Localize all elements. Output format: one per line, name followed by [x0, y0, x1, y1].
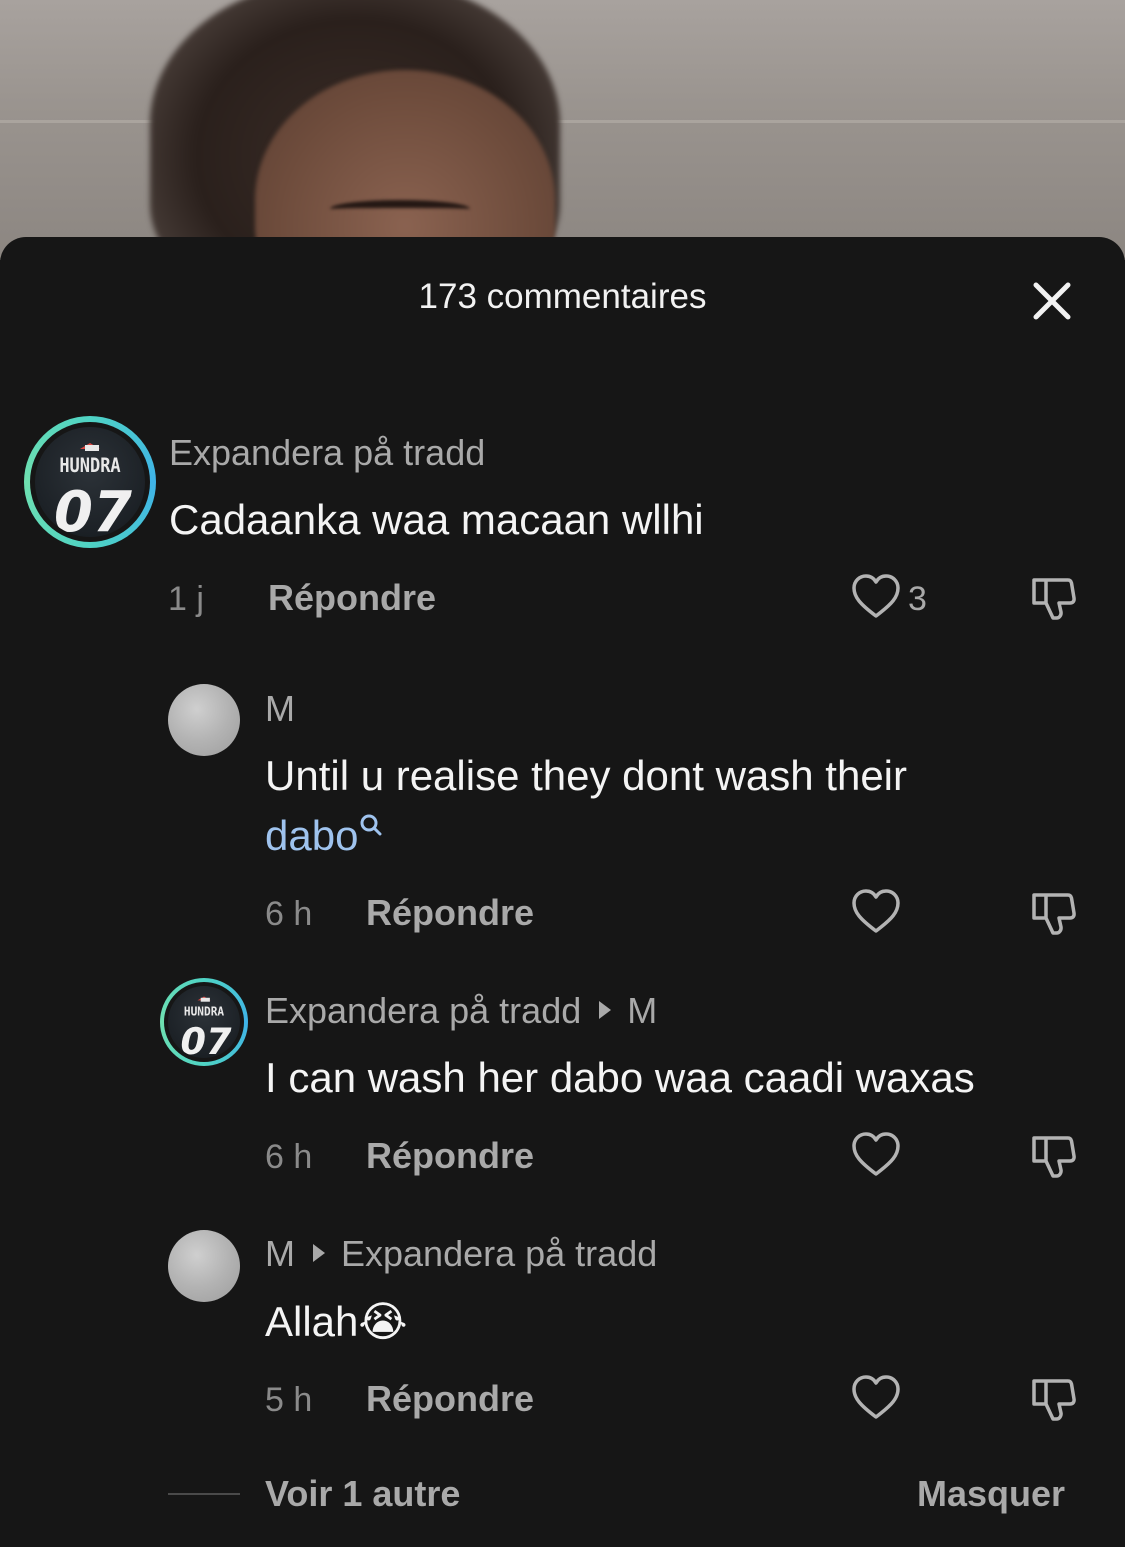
dislike-icon[interactable] [1028, 1373, 1080, 1425]
comment-text: Allah😭 [265, 1292, 407, 1352]
heart-icon[interactable] [850, 1130, 902, 1182]
comment-time: 6 h [265, 895, 313, 933]
comment-text-body: Until u realise they dont wash their [265, 752, 907, 799]
search-link[interactable]: dabo [265, 812, 358, 859]
svg-text:HUNDRA: HUNDRA [184, 1004, 225, 1019]
sheet-header: 173 commentaires [0, 237, 1125, 357]
video-background [0, 0, 1125, 260]
dislike-icon[interactable] [1028, 572, 1080, 624]
heart-icon[interactable] [850, 887, 902, 939]
jersey-avatar-icon: HUNDRA 07 [180, 996, 232, 1058]
comment-time: 6 h [265, 1138, 313, 1176]
dislike-icon[interactable] [1028, 887, 1080, 939]
crying-emoji: 😭 [358, 1297, 408, 1346]
comment-author-name[interactable]: Expandera på tradd [265, 990, 581, 1031]
search-icon[interactable] [358, 812, 386, 842]
comment-text: Cadaanka waa macaan wllhi [169, 496, 704, 543]
comment-author: Expandera på tradd M [265, 990, 657, 1032]
comment-author[interactable]: M [265, 688, 295, 730]
reply-button[interactable]: Répondre [366, 1378, 534, 1420]
dislike-icon[interactable] [1028, 1130, 1080, 1182]
comment-author: M Expandera på tradd [265, 1233, 657, 1275]
reply-button[interactable]: Répondre [366, 1135, 534, 1177]
avatar[interactable]: HUNDRA 07 [35, 427, 145, 537]
comment-text: I can wash her dabo waa caadi waxas [265, 1054, 975, 1101]
heart-icon[interactable] [850, 1373, 902, 1425]
comment-author-name[interactable]: M [265, 1233, 295, 1274]
comment-time: 1 j [168, 580, 204, 618]
comment-author[interactable]: Expandera på tradd [169, 432, 485, 474]
reply-button[interactable]: Répondre [366, 892, 534, 934]
avatar[interactable] [168, 684, 240, 756]
sheet-title: 173 commentaires [418, 277, 707, 316]
reply-to-name[interactable]: M [627, 990, 657, 1031]
jersey-avatar-icon: HUNDRA 07 [54, 443, 132, 537]
comment-time: 5 h [265, 1381, 313, 1419]
reply-arrow-icon [313, 1244, 325, 1263]
hide-replies-button[interactable]: Masquer [917, 1473, 1065, 1515]
avatar[interactable] [168, 1230, 240, 1302]
reply-button[interactable]: Répondre [268, 577, 436, 619]
svg-text:HUNDRA: HUNDRA [59, 455, 120, 477]
reply-to-name[interactable]: Expandera på tradd [341, 1233, 657, 1274]
video-person-brow [330, 200, 470, 218]
close-icon[interactable] [1028, 277, 1076, 325]
heart-icon[interactable] [850, 572, 902, 624]
view-more-replies-button[interactable]: Voir 1 autre [265, 1473, 460, 1515]
thread-divider [168, 1493, 240, 1495]
comment-text: Until u realise they dont wash their dab… [265, 746, 1085, 866]
reply-arrow-icon [599, 1001, 612, 1020]
like-count: 3 [908, 580, 927, 618]
comment-text-body: Allah [265, 1298, 359, 1345]
avatar[interactable]: HUNDRA 07 [168, 986, 240, 1058]
